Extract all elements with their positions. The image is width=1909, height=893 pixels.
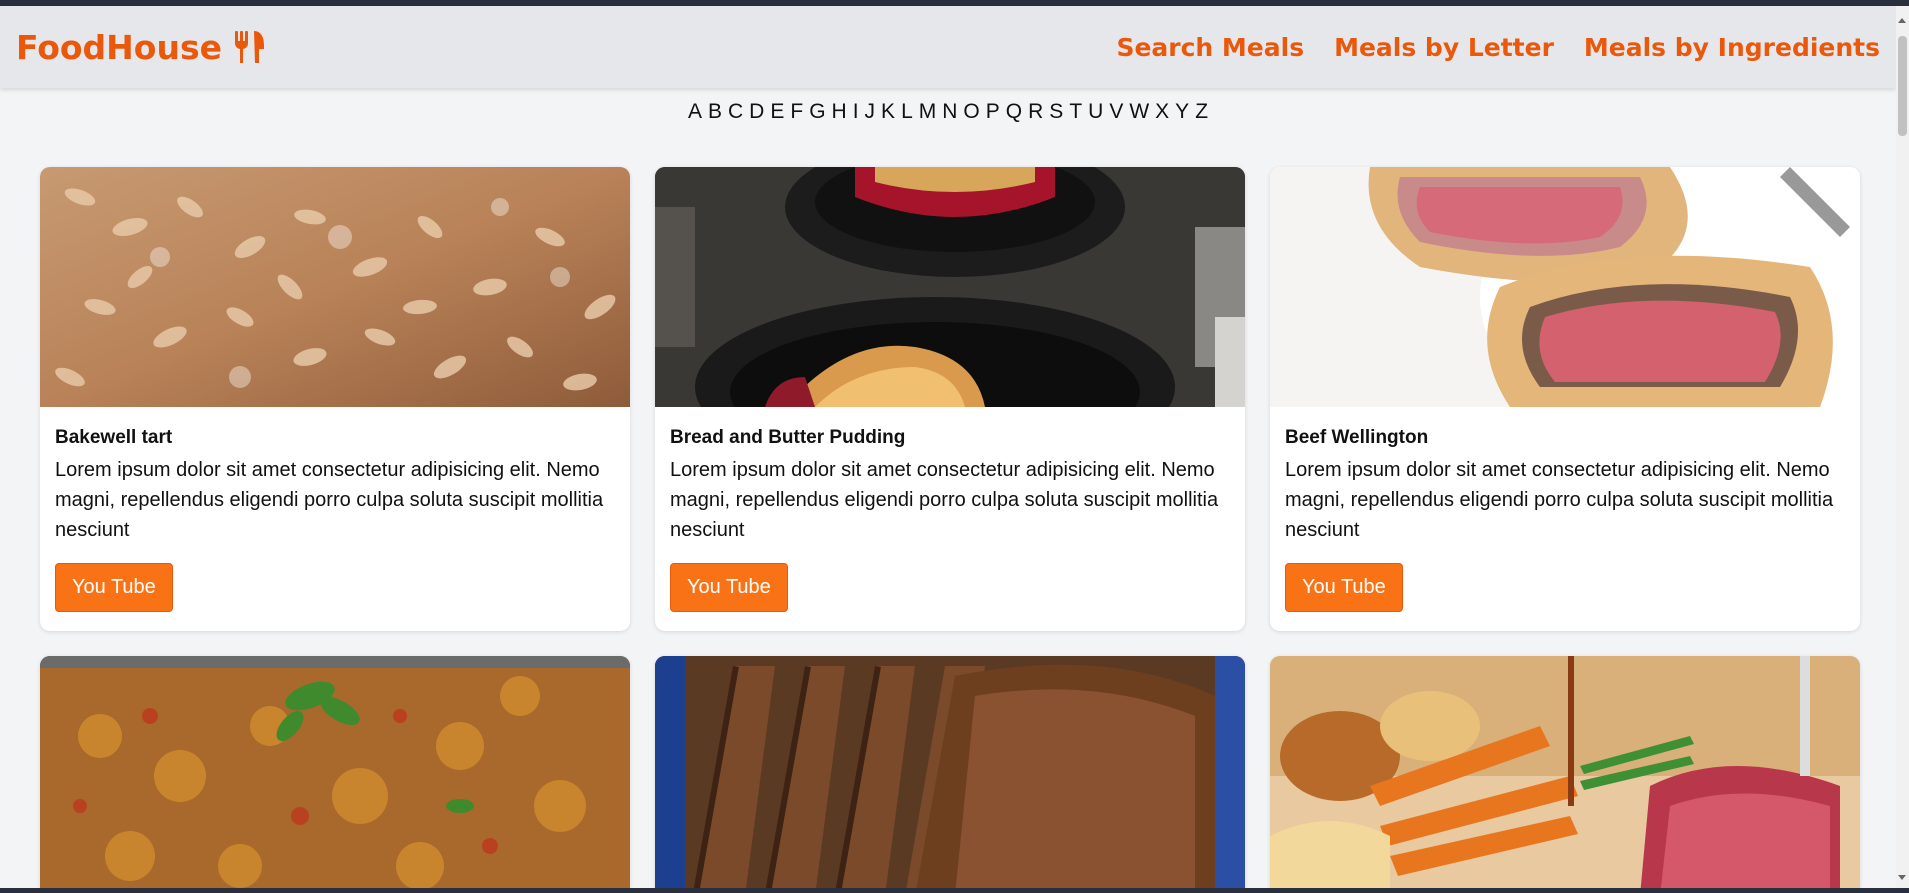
letter-link-e[interactable]: E — [770, 100, 784, 124]
meal-description: Lorem ipsum dolor sit amet consectetur a… — [55, 459, 604, 541]
meal-card: Bakewell tart Lorem ipsum dolor sit amet… — [40, 167, 630, 631]
meal-card: Beef Wellington Lorem ipsum dolor sit am… — [1270, 167, 1860, 631]
letter-link-b[interactable]: B — [708, 100, 722, 124]
meal-title: Bread and Butter Pudding — [670, 427, 906, 448]
letter-link-d[interactable]: D — [749, 100, 764, 124]
meal-card — [1270, 656, 1860, 893]
meal-card — [40, 656, 630, 893]
youtube-button[interactable]: You Tube — [1285, 563, 1403, 612]
letter-link-i[interactable]: I — [853, 100, 859, 124]
meal-image — [655, 656, 1245, 893]
letter-link-j[interactable]: J — [865, 100, 876, 124]
navbar: FoodHouse Search Meals Meals by Letter M… — [0, 6, 1896, 88]
letter-link-y[interactable]: Y — [1175, 100, 1189, 124]
letter-link-m[interactable]: M — [919, 100, 937, 124]
meal-description: Lorem ipsum dolor sit amet consectetur a… — [1285, 459, 1834, 541]
letter-link-o[interactable]: O — [963, 100, 979, 124]
nav-search-meals[interactable]: Search Meals — [1116, 33, 1304, 62]
scrollbar-thumb[interactable] — [1898, 36, 1907, 136]
scroll-down-icon[interactable] — [1898, 875, 1906, 880]
letter-link-z[interactable]: Z — [1195, 100, 1208, 124]
page-scrollbar[interactable] — [1896, 6, 1909, 888]
letter-link-f[interactable]: F — [790, 100, 803, 124]
meal-image — [40, 167, 630, 407]
scroll-up-icon[interactable] — [1898, 18, 1906, 23]
letter-link-n[interactable]: N — [942, 100, 957, 124]
youtube-button[interactable]: You Tube — [670, 563, 788, 612]
meal-image — [40, 656, 630, 893]
letter-link-a[interactable]: A — [688, 100, 702, 124]
nav-meals-by-letter[interactable]: Meals by Letter — [1334, 33, 1554, 62]
youtube-button[interactable]: You Tube — [55, 563, 173, 612]
browser-bottom-strip — [0, 888, 1909, 893]
meal-image — [1270, 167, 1860, 407]
letter-link-g[interactable]: G — [809, 100, 825, 124]
letter-link-t[interactable]: T — [1069, 100, 1082, 124]
meal-card — [655, 656, 1245, 893]
letter-link-l[interactable]: L — [901, 100, 913, 124]
letter-link-c[interactable]: C — [728, 100, 743, 124]
letter-link-v[interactable]: V — [1109, 100, 1123, 124]
letter-link-r[interactable]: R — [1028, 100, 1043, 124]
nav-meals-by-ingredients[interactable]: Meals by Ingredients — [1584, 33, 1880, 62]
letter-link-p[interactable]: P — [986, 100, 1000, 124]
letter-link-q[interactable]: Q — [1006, 100, 1022, 124]
meal-image — [655, 167, 1245, 407]
brand-logo[interactable]: FoodHouse — [16, 28, 266, 67]
letter-index: ABCDEFGHIJKLMNOPQRSTUVWXYZ — [0, 100, 1896, 124]
meal-card: Bread and Butter Pudding Lorem ipsum dol… — [655, 167, 1245, 631]
fork-knife-icon — [232, 29, 266, 65]
letter-link-x[interactable]: X — [1155, 100, 1169, 124]
meal-title: Beef Wellington — [1285, 427, 1429, 448]
nav-links: Search Meals Meals by Letter Meals by In… — [1116, 33, 1880, 62]
meal-description: Lorem ipsum dolor sit amet consectetur a… — [670, 459, 1219, 541]
meal-grid: Bakewell tart Lorem ipsum dolor sit amet… — [40, 167, 1860, 893]
letter-link-h[interactable]: H — [832, 100, 847, 124]
letter-link-u[interactable]: U — [1088, 100, 1103, 124]
meal-image — [1270, 656, 1860, 893]
letter-link-w[interactable]: W — [1129, 100, 1149, 124]
meal-title: Bakewell tart — [55, 427, 173, 448]
brand-name: FoodHouse — [16, 27, 222, 67]
letter-link-k[interactable]: K — [881, 100, 895, 124]
letter-link-s[interactable]: S — [1049, 100, 1063, 124]
